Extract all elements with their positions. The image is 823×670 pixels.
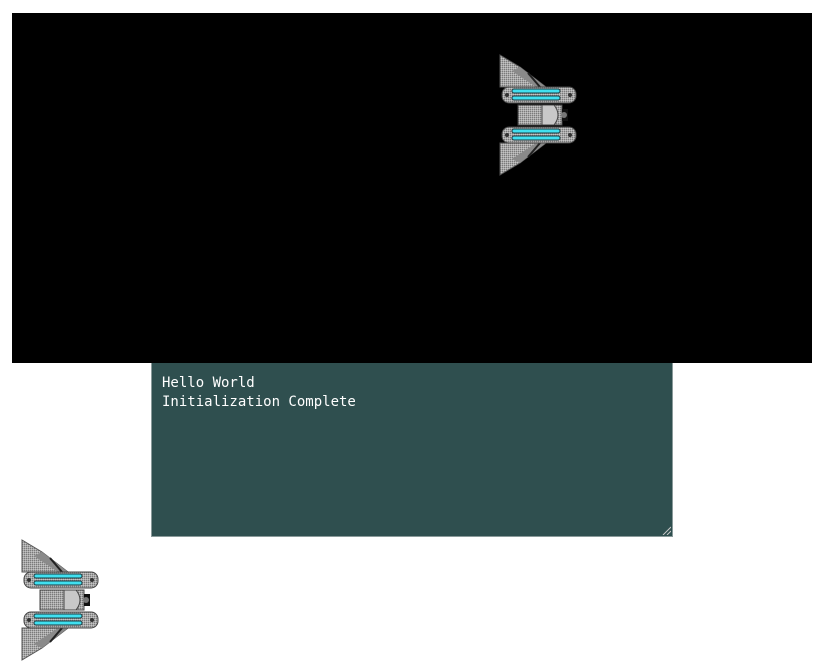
spaceship-sprite-preview-icon [21,539,99,661]
console-line: Hello World [162,375,255,391]
console-line: Initialization Complete [162,394,356,410]
console-output-textarea[interactable]: Hello World Initialization Complete [151,363,673,537]
game-canvas[interactable] [12,13,812,363]
resize-grip-icon[interactable] [661,525,671,535]
spaceship-icon [499,54,577,176]
